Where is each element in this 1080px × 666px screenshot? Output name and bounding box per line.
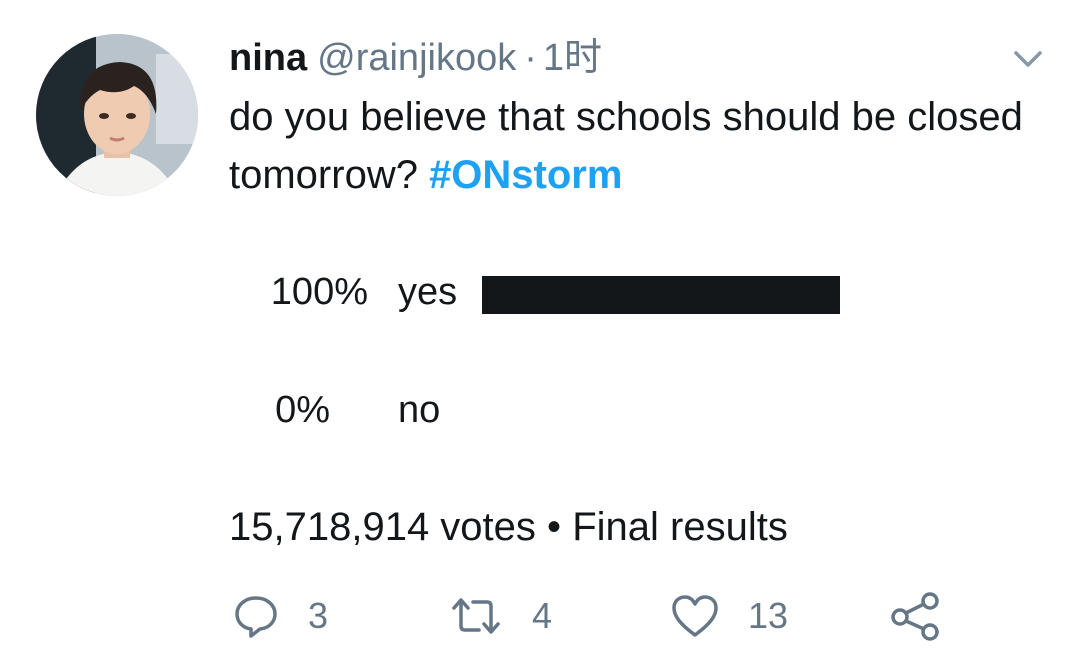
poll-status: Final results — [572, 505, 788, 549]
retweet-button[interactable]: 4 — [448, 585, 552, 647]
tweet-actions: 3 4 13 — [0, 585, 1080, 647]
like-button[interactable]: 13 — [670, 585, 788, 647]
poll-summary: 15,718,914 votes • Final results — [229, 500, 788, 554]
tweet-body: do you believe that schools should be cl… — [229, 95, 1023, 197]
retweet-count: 4 — [532, 595, 553, 636]
avatar-image — [36, 34, 198, 196]
timestamp[interactable]: 1时 — [543, 34, 602, 82]
tweet-text: do you believe that schools should be cl… — [229, 88, 1029, 204]
share-icon — [891, 592, 939, 641]
poll-result-bar — [482, 276, 840, 314]
tweet-card[interactable]: nina @rainjikook · 1时 do you believe tha… — [0, 0, 1080, 666]
reply-count: 3 — [308, 595, 329, 636]
reply-icon — [235, 596, 277, 638]
poll-option-label: no — [398, 389, 441, 431]
like-count: 13 — [748, 595, 789, 636]
reply-button[interactable]: 3 — [232, 585, 328, 647]
poll-votes: 15,718,914 votes — [229, 505, 536, 549]
poll-option-percent: 0% — [275, 389, 330, 431]
tweet-header: nina @rainjikook · 1时 — [229, 34, 602, 82]
poll-option-no: 0% no — [0, 384, 1080, 436]
chevron-down-icon[interactable] — [1010, 44, 1046, 74]
share-button[interactable] — [890, 585, 942, 647]
hashtag-link[interactable]: #ONstorm — [429, 153, 622, 197]
avatar[interactable] — [36, 34, 198, 196]
display-name[interactable]: nina — [229, 34, 307, 82]
retweet-icon — [452, 598, 500, 634]
poll-option-yes: 100% yes — [0, 266, 1080, 318]
poll-option-label: yes — [398, 271, 458, 313]
header-separator: · — [524, 37, 537, 79]
poll-option-percent: 100% — [270, 271, 368, 313]
user-handle[interactable]: @rainjikook — [317, 34, 516, 82]
heart-icon — [672, 595, 718, 637]
poll-bullet: • — [547, 505, 562, 549]
